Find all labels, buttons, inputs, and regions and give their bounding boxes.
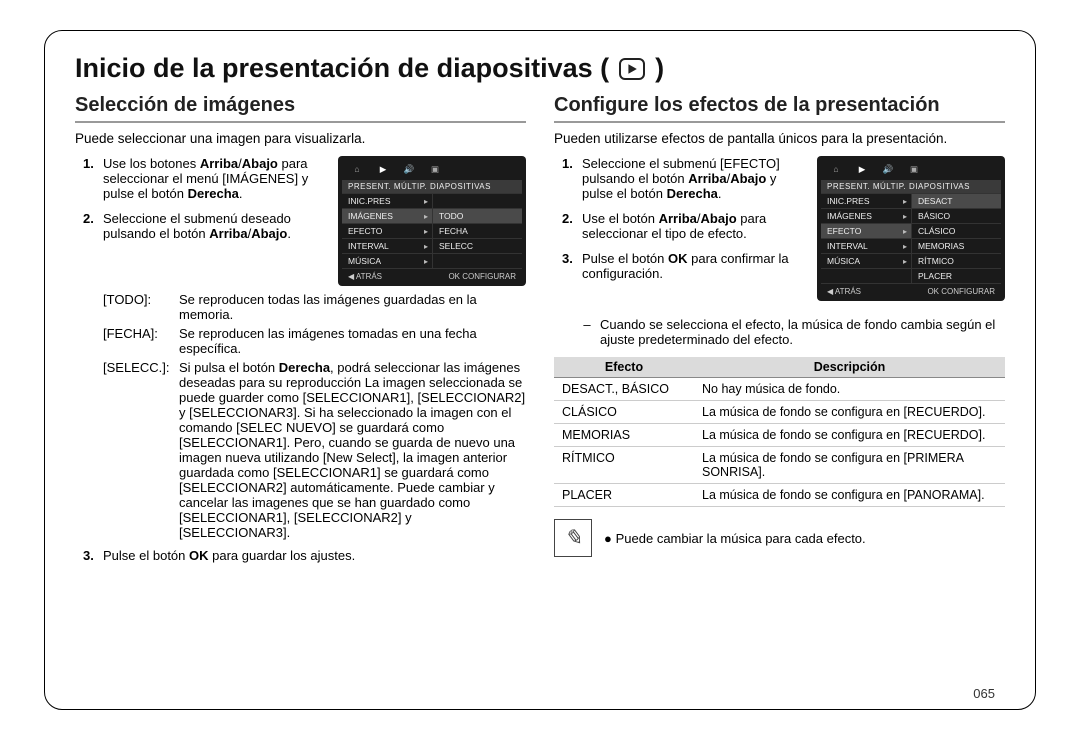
th-description: Descripción: [694, 357, 1005, 378]
def-term-selecc: [SELECC.]:: [103, 360, 173, 540]
page-title-close: ): [655, 53, 664, 84]
table-row: PLACERLa música de fondo se configura en…: [554, 484, 1005, 507]
def-term-todo: [TODO]:: [103, 292, 173, 322]
lcd-back-label: ◀ ATRÁS: [348, 272, 382, 281]
left-column: Selección de imágenes Puede seleccionar …: [75, 94, 526, 573]
table-row: DESACT., BÁSICONo hay música de fondo.: [554, 378, 1005, 401]
page-title-text: Inicio de la presentación de diapositiva…: [75, 53, 609, 84]
right-intro: Pueden utilizarse efectos de pantalla ún…: [554, 131, 1005, 146]
th-effect: Efecto: [554, 357, 694, 378]
tip-box: ✎ ● Puede cambiar la música para cada ef…: [554, 519, 1005, 557]
lcd-item: INTERVAL: [348, 241, 389, 251]
def-desc-selecc: Si pulsa el botón Derecha, podrá selecci…: [179, 360, 526, 540]
bullet-icon: ●: [604, 531, 612, 546]
effect-note-text: Cuando se selecciona el efecto, la músic…: [600, 317, 1005, 347]
lcd-ok-label: OK CONFIGURAR: [927, 287, 995, 296]
page-number: 065: [973, 686, 995, 701]
page-frame: Inicio de la presentación de diapositiva…: [44, 30, 1036, 710]
right-column: Configure los efectos de la presentación…: [554, 94, 1005, 573]
def-desc-fecha: Se reproducen las imágenes tomadas en un…: [179, 326, 526, 356]
table-row: CLÁSICOLa música de fondo se configura e…: [554, 401, 1005, 424]
right-step-3: Pulse el botón OK para confirmar la conf…: [554, 251, 1005, 281]
left-step-1: Use los botones Arriba/Abajo para selecc…: [75, 156, 526, 201]
left-step-2: Seleccione el submenú deseado pulsando e…: [75, 211, 526, 241]
pencil-note-icon: ✎: [554, 519, 592, 557]
lcd-back-label: ◀ ATRÁS: [827, 287, 861, 296]
dash-icon: –: [582, 317, 592, 347]
left-intro: Puede seleccionar una imagen para visual…: [75, 131, 526, 146]
tip-text: ● Puede cambiar la música para cada efec…: [604, 531, 866, 546]
left-heading: Selección de imágenes: [75, 94, 526, 123]
page-title: Inicio de la presentación de diapositiva…: [75, 53, 1005, 84]
definition-list: [TODO]: Se reproducen todas las imágenes…: [75, 292, 526, 540]
lcd-item: INTERVAL: [827, 241, 868, 251]
left-step-3: Pulse el botón OK para guardar los ajust…: [75, 548, 526, 563]
right-heading: Configure los efectos de la presentación: [554, 94, 1005, 123]
lcd-value: [432, 253, 522, 268]
lcd-ok-label: OK CONFIGURAR: [448, 272, 516, 281]
def-desc-todo: Se reproducen todas las imágenes guardad…: [179, 292, 526, 322]
right-step-1: Seleccione el submenú [EFECTO] pulsando …: [554, 156, 1005, 201]
lcd-item: MÚSICA: [348, 256, 381, 266]
effects-table: Efecto Descripción DESACT., BÁSICONo hay…: [554, 357, 1005, 507]
effect-note: – Cuando se selecciona el efecto, la mús…: [554, 317, 1005, 347]
slideshow-icon: [619, 58, 645, 80]
def-term-fecha: [FECHA]:: [103, 326, 173, 356]
table-row: MEMORIASLa música de fondo se configura …: [554, 424, 1005, 447]
table-row: RÍTMICOLa música de fondo se configura e…: [554, 447, 1005, 484]
right-step-2: Use el botón Arriba/Abajo para seleccion…: [554, 211, 1005, 241]
